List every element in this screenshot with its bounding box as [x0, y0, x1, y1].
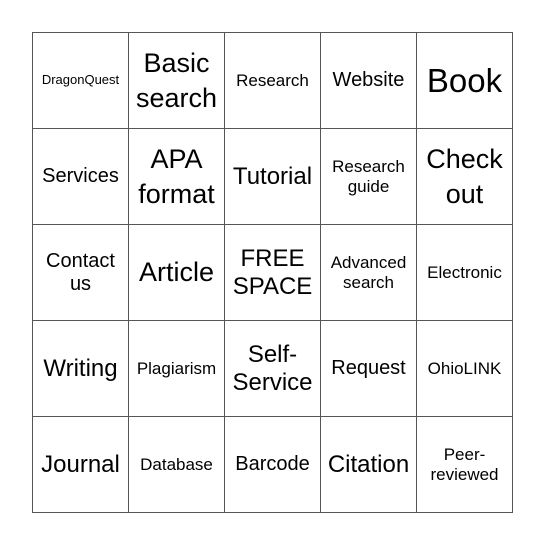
bingo-cell[interactable]: Basic search	[129, 33, 225, 129]
bingo-cell[interactable]: Research guide	[321, 129, 417, 225]
bingo-cell[interactable]: Advanced search	[321, 225, 417, 321]
bingo-cell[interactable]: Check out	[417, 129, 513, 225]
bingo-cell[interactable]: Barcode	[225, 417, 321, 513]
bingo-cell[interactable]: Website	[321, 33, 417, 129]
bingo-cell[interactable]: Electronic	[417, 225, 513, 321]
bingo-cell[interactable]: Peer-reviewed	[417, 417, 513, 513]
bingo-cell[interactable]: Article	[129, 225, 225, 321]
bingo-cell[interactable]: OhioLINK	[417, 321, 513, 417]
bingo-cell[interactable]: DragonQuest	[33, 33, 129, 129]
bingo-cell[interactable]: Contact us	[33, 225, 129, 321]
bingo-cell[interactable]: Database	[129, 417, 225, 513]
bingo-cell[interactable]: Request	[321, 321, 417, 417]
bingo-cell[interactable]: Research	[225, 33, 321, 129]
bingo-cell[interactable]: Self-Service	[225, 321, 321, 417]
bingo-card: DragonQuest Basic search Research Websit…	[32, 32, 513, 513]
free-space-cell[interactable]: FREE SPACE	[225, 225, 321, 321]
bingo-cell[interactable]: Plagiarism	[129, 321, 225, 417]
bingo-cell[interactable]: Tutorial	[225, 129, 321, 225]
bingo-cell[interactable]: Citation	[321, 417, 417, 513]
bingo-cell[interactable]: Book	[417, 33, 513, 129]
bingo-cell[interactable]: Journal	[33, 417, 129, 513]
bingo-cell[interactable]: Services	[33, 129, 129, 225]
bingo-cell[interactable]: APA format	[129, 129, 225, 225]
bingo-cell[interactable]: Writing	[33, 321, 129, 417]
